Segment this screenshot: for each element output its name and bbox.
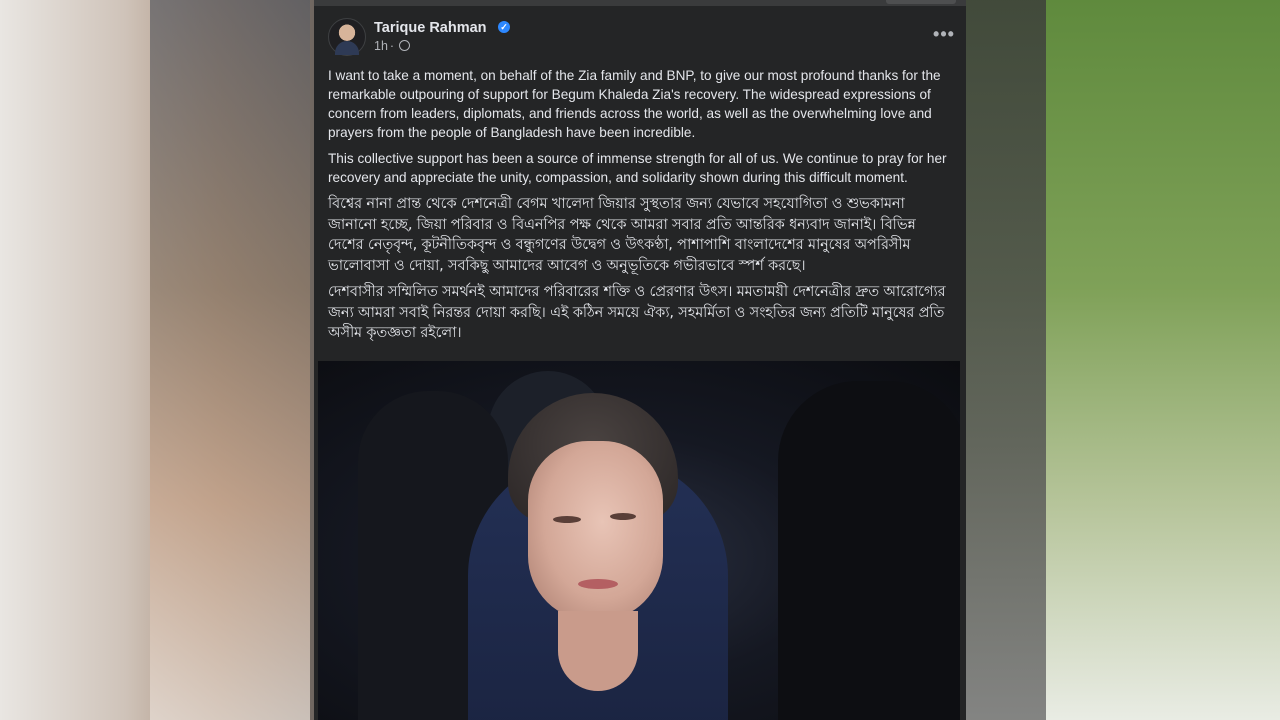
blurred-background-right	[966, 0, 1280, 720]
post-paragraph-bn-1: বিশ্বের নানা প্রান্ত থেকে দেশনেত্রী বেগম…	[328, 195, 916, 274]
post-paragraph-en-2: This collective support has been a sourc…	[328, 151, 947, 185]
post-time[interactable]: 1h	[374, 39, 388, 53]
card-top-edge	[314, 0, 966, 6]
post-meta: 1h ·	[374, 39, 411, 53]
post-photo[interactable]	[318, 361, 960, 720]
post-card: Tarique Rahman ✓ 1h · ••• I want to take …	[314, 0, 966, 720]
globe-icon	[399, 40, 411, 51]
more-options-button[interactable]: •••	[932, 24, 956, 48]
verified-badge-icon: ✓	[498, 21, 510, 33]
post-paragraph-bn-2: দেশবাসীর সম্মিলিত সমর্থনই আমাদের পরিবারে…	[328, 283, 946, 341]
author-name[interactable]: Tarique Rahman	[374, 20, 487, 36]
post-header: Tarique Rahman ✓ 1h · •••	[328, 18, 954, 60]
blurred-background-left	[0, 0, 314, 720]
post-body: I want to take a moment, on behalf of th…	[328, 66, 954, 350]
post-paragraph-en-1: I want to take a moment, on behalf of th…	[328, 68, 941, 140]
author-avatar[interactable]	[328, 18, 366, 56]
